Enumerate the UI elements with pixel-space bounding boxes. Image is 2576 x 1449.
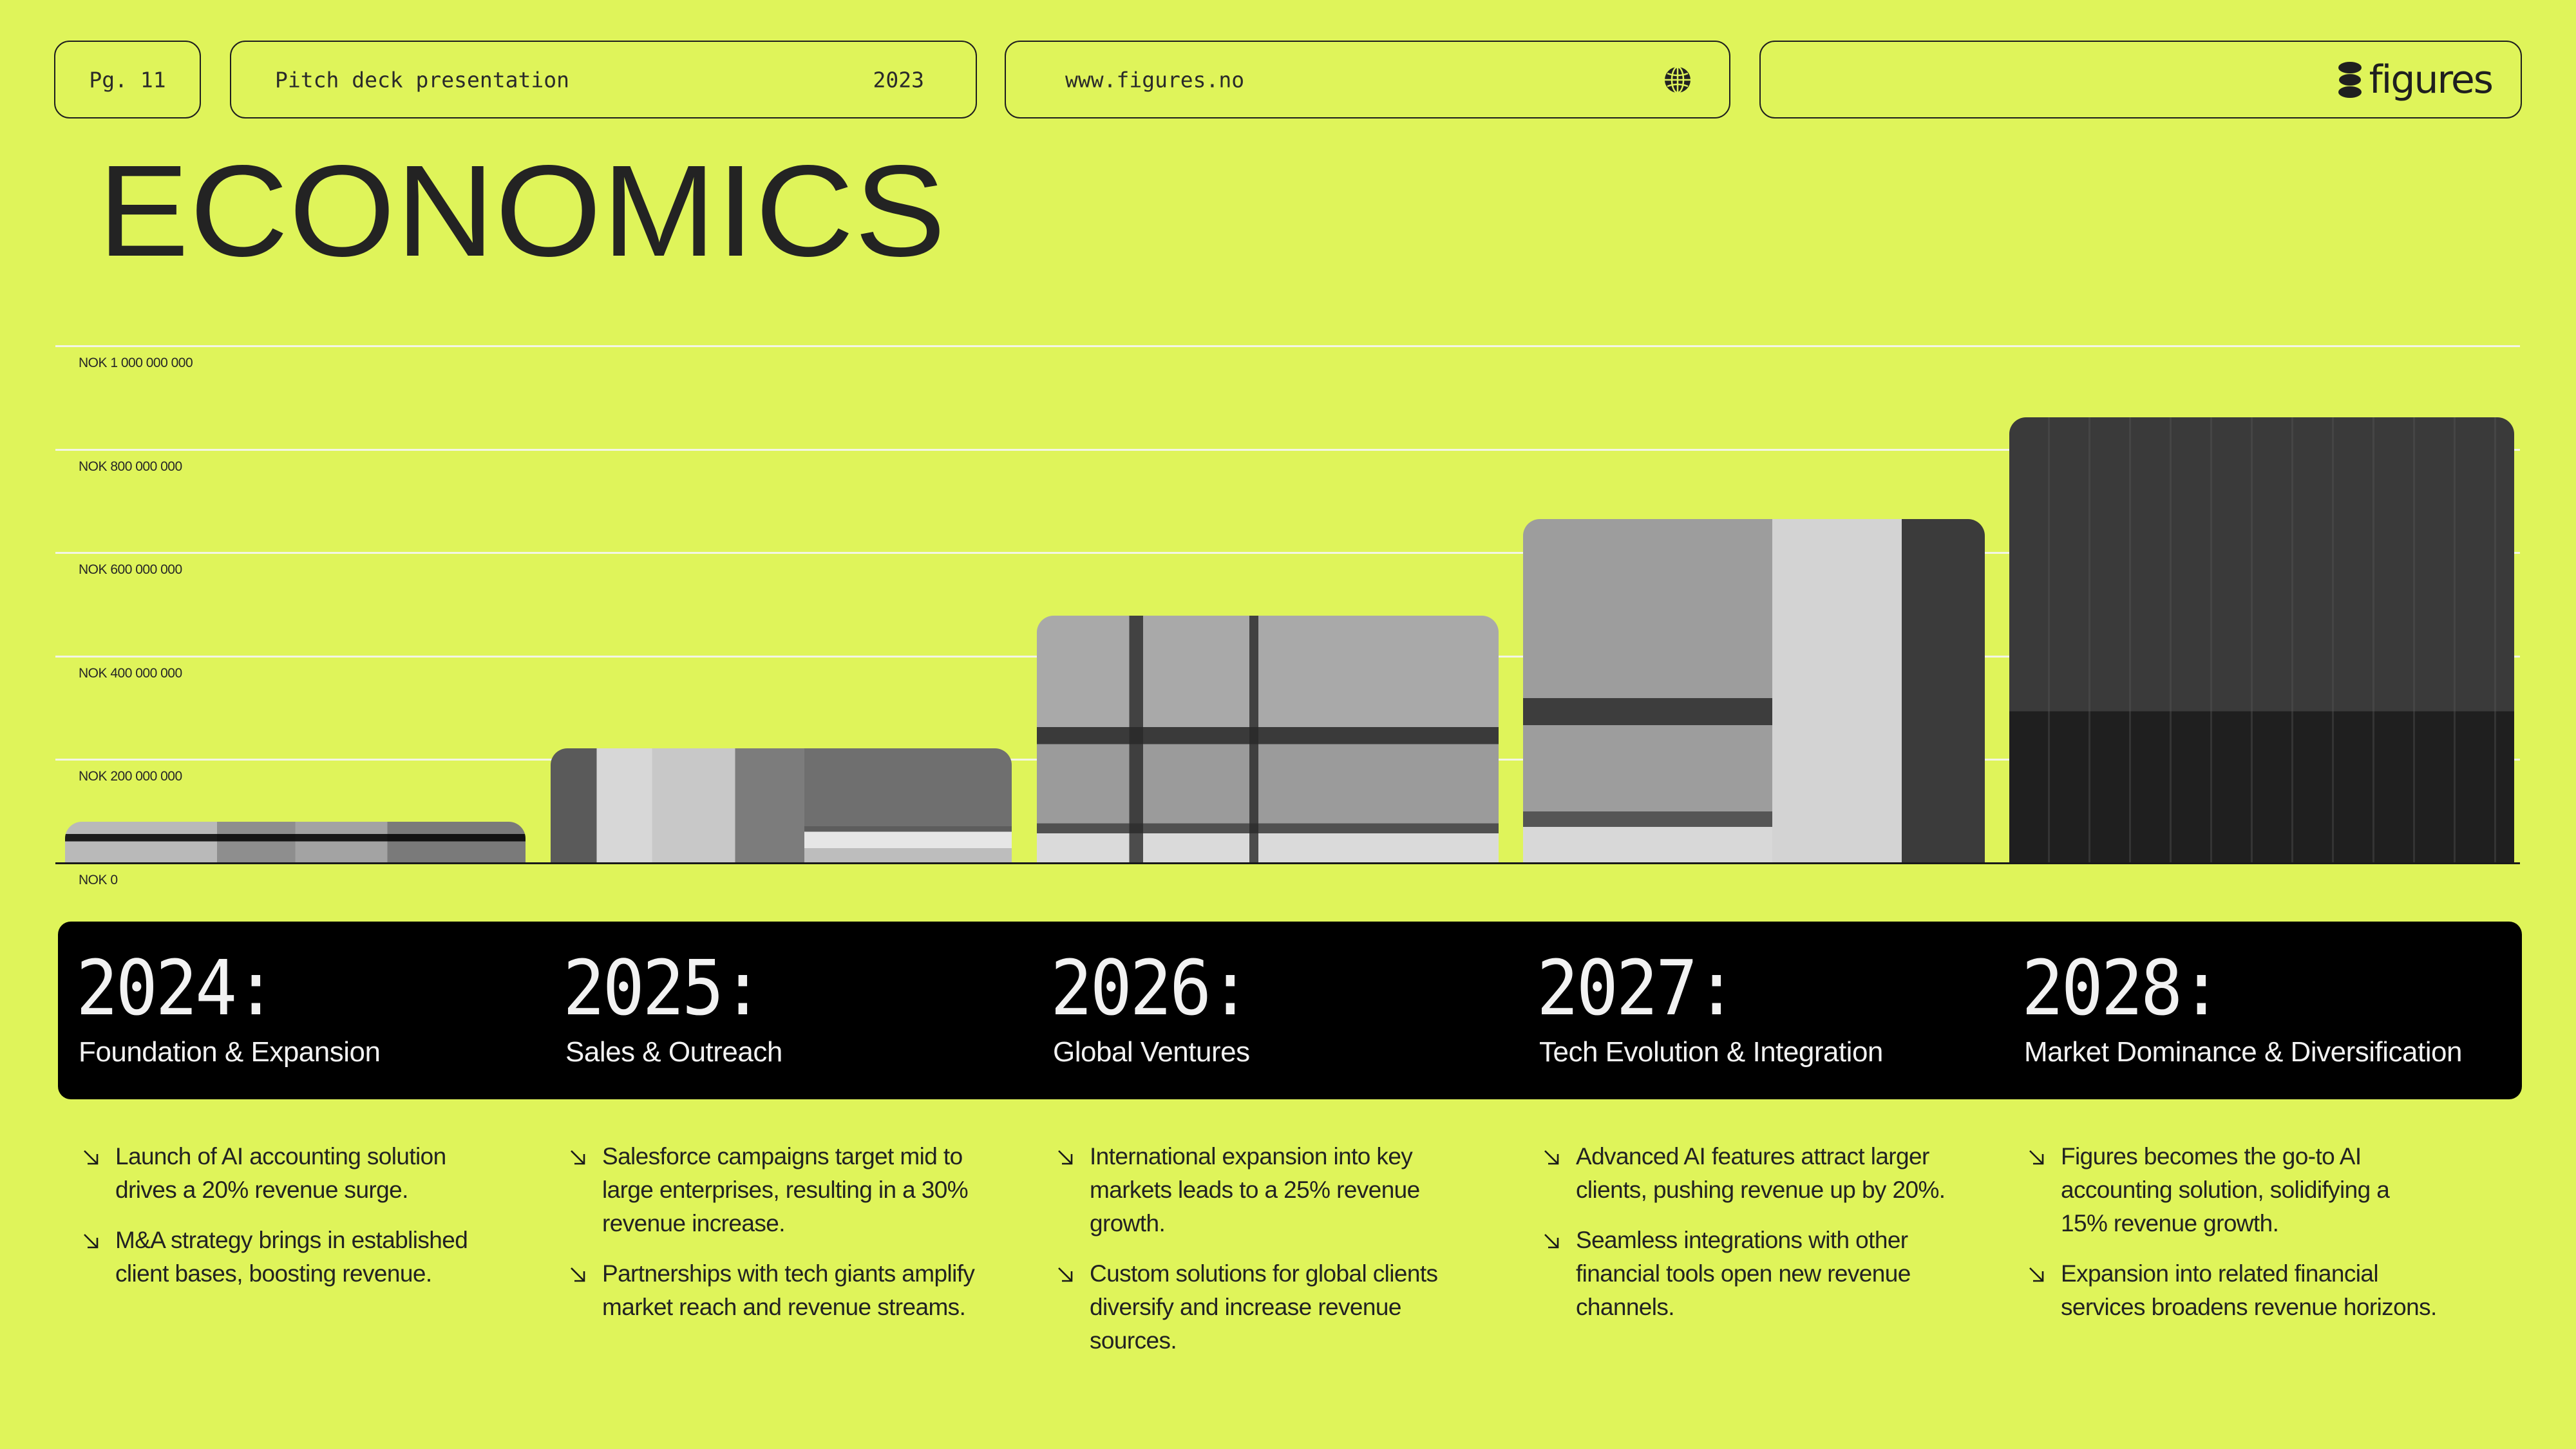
year-label: 2024: — [76, 943, 277, 1032]
bullet-text: Seamless integrations with other financi… — [1576, 1227, 1911, 1320]
year-label: 2028: — [2022, 943, 2222, 1032]
y-tick-label: NOK 200 000 000 — [79, 769, 182, 784]
bullet-text: Launch of AI accounting solution drives … — [115, 1143, 446, 1203]
y-tick-label: NOK 800 000 000 — [79, 459, 182, 474]
bar-2026 — [1037, 616, 1499, 863]
bullet-text: International expansion into key markets… — [1090, 1143, 1420, 1236]
y-tick-label: NOK 400 000 000 — [79, 665, 182, 681]
arrow-down-right-icon — [571, 1150, 585, 1165]
arrow-down-right-icon — [84, 1234, 99, 1249]
bullet-text: Advanced AI features attract larger clie… — [1576, 1143, 1946, 1203]
list-item: International expansion into key markets… — [1057, 1140, 1469, 1240]
arrow-down-right-icon — [1544, 1234, 1559, 1249]
bar-2025 — [551, 748, 1012, 863]
list-item: M&A strategy brings in established clien… — [82, 1224, 495, 1291]
page-number: Pg. 11 — [89, 67, 166, 92]
list-item: Salesforce campaigns target mid to large… — [569, 1140, 981, 1240]
list-item: Launch of AI accounting solution drives … — [82, 1140, 495, 1207]
list-item: Seamless integrations with other financi… — [1543, 1224, 1955, 1324]
brand-name: figures — [2369, 57, 2494, 102]
bar-2024 — [65, 821, 526, 863]
bullet-text: Figures becomes the go-to AI accounting … — [2061, 1143, 2390, 1236]
phase-title: Sales & Outreach — [565, 1036, 782, 1068]
y-tick-label: NOK 600 000 000 — [79, 562, 182, 578]
page-title: ECONOMICS — [98, 138, 947, 283]
bullet-list: Advanced AI features attract larger clie… — [1543, 1140, 1955, 1341]
phase-title: Foundation & Expansion — [79, 1036, 381, 1068]
bullet-list: Launch of AI accounting solution drives … — [82, 1140, 495, 1307]
deck-year: 2023 — [873, 67, 924, 92]
bar-2027 — [1523, 519, 1985, 863]
arrow-down-right-icon — [2029, 1150, 2044, 1165]
list-item: Expansion into related financial service… — [2028, 1257, 2440, 1324]
deck-title-box: Pitch deck presentation 2023 — [230, 41, 977, 118]
figures-logo-mark-icon — [2338, 61, 2362, 98]
bullet-text: Partnerships with tech giants amplify ma… — [602, 1260, 975, 1320]
year-label: 2026: — [1050, 943, 1251, 1032]
website-box[interactable]: www.figures.no — [1005, 41, 1730, 118]
y-tick-label: NOK 0 — [79, 873, 118, 887]
arrow-down-right-icon — [571, 1267, 585, 1282]
phase-title: Tech Evolution & Integration — [1539, 1036, 1883, 1068]
arrow-down-right-icon — [1058, 1267, 1073, 1282]
deck-title: Pitch deck presentation — [275, 67, 569, 92]
list-item: Advanced AI features attract larger clie… — [1543, 1140, 1955, 1207]
gridline — [55, 345, 2520, 347]
bullet-list: Salesforce campaigns target mid to large… — [569, 1140, 981, 1341]
bar-2028 — [2009, 417, 2514, 863]
year-label: 2025: — [563, 943, 764, 1032]
arrow-down-right-icon — [2029, 1267, 2044, 1282]
phase-title: Global Ventures — [1053, 1036, 1250, 1068]
arrow-down-right-icon — [84, 1150, 99, 1165]
list-item: Partnerships with tech giants amplify ma… — [569, 1257, 981, 1324]
bullet-text: Custom solutions for global clients dive… — [1090, 1260, 1438, 1354]
bullet-text: Expansion into related financial service… — [2061, 1260, 2437, 1320]
list-item: Figures becomes the go-to AI accounting … — [2028, 1140, 2440, 1240]
globe-icon — [1665, 66, 1690, 93]
bullet-list: International expansion into key markets… — [1057, 1140, 1469, 1374]
page-number-box: Pg. 11 — [54, 41, 201, 118]
brand-box: figures — [1759, 41, 2522, 118]
brand-logo[interactable]: figures — [2337, 57, 2494, 102]
bullet-list: Figures becomes the go-to AI accounting … — [2028, 1140, 2440, 1341]
bullet-text: Salesforce campaigns target mid to large… — [602, 1143, 969, 1236]
revenue-bar-chart: NOK 0 NOK 200 000 000 NOK 400 000 000 NOK 6… — [0, 0, 2576, 902]
y-tick-label: NOK 1 000 000 000 — [79, 355, 193, 370]
bullet-text: M&A strategy brings in established clien… — [115, 1227, 468, 1287]
website-link[interactable]: www.figures.no — [1065, 67, 1244, 92]
list-item: Custom solutions for global clients dive… — [1057, 1257, 1469, 1358]
arrow-down-right-icon — [1058, 1150, 1073, 1165]
year-label: 2027: — [1537, 943, 1738, 1032]
phase-title: Market Dominance & Diversification — [2024, 1036, 2462, 1068]
timeline-band: 2024: Foundation & Expansion 2025: Sales & … — [58, 922, 2522, 1099]
arrow-down-right-icon — [1544, 1150, 1559, 1165]
